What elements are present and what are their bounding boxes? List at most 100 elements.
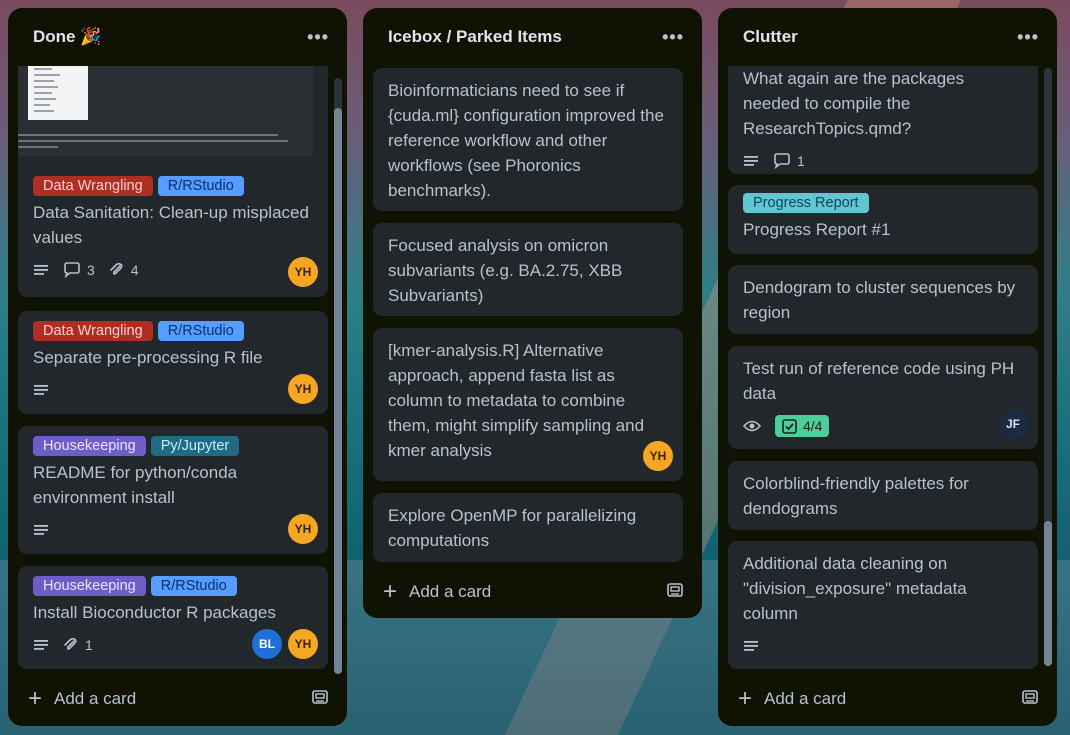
card-labels: Data Wrangling R/RStudio — [33, 176, 313, 196]
card-labels: Housekeeping R/RStudio — [33, 576, 313, 596]
checklist-icon — [782, 418, 797, 434]
card-additional-data-cleaning[interactable]: Additional data cleaning on "division_ex… — [728, 541, 1038, 669]
attachments-badge: 4 — [109, 262, 139, 278]
comment-count: 1 — [797, 153, 805, 169]
card-colorblind-palettes[interactable]: Colorblind-friendly palettes for dendogr… — [728, 461, 1038, 530]
plus-icon: + — [383, 578, 398, 605]
card-badges: 1 — [743, 147, 1023, 175]
card-title: [kmer-analysis.R] Alternative approach, … — [388, 341, 645, 460]
card-title: Progress Report #1 — [743, 220, 891, 239]
card-labels: Progress Report — [743, 193, 1023, 213]
label-r-rstudio[interactable]: R/RStudio — [157, 321, 244, 341]
list-title[interactable]: Icebox / Parked Items — [388, 27, 562, 47]
label-r-rstudio[interactable]: R/RStudio — [150, 576, 237, 596]
description-icon — [743, 639, 759, 653]
card-title: Additional data cleaning on "division_ex… — [743, 554, 967, 623]
card-badges: 4/4 — [743, 412, 1023, 440]
checklist-badge: 4/4 — [775, 415, 830, 437]
add-card-row: + Add a card — [28, 684, 329, 714]
card-title: Explore OpenMP for parallelizing computa… — [388, 506, 637, 550]
attachment-icon — [64, 637, 77, 650]
add-card-button[interactable]: + Add a card — [383, 580, 491, 604]
comment-icon — [64, 262, 80, 278]
more-icon[interactable]: ••• — [662, 27, 684, 48]
list-header: Icebox / Parked Items ••• — [363, 8, 702, 66]
card-badges — [33, 516, 313, 544]
attachment-count: 4 — [130, 262, 139, 278]
avatar[interactable]: YH — [288, 374, 318, 404]
card-title: Separate pre-processing R file — [33, 348, 263, 367]
attachments-badge: 1 — [63, 637, 93, 653]
label-data-wrangling[interactable]: Data Wrangling — [33, 321, 153, 341]
description-icon — [33, 383, 49, 397]
card-members: YH — [288, 514, 318, 544]
add-card-button[interactable]: + Add a card — [28, 687, 136, 711]
card-openmp[interactable]: Explore OpenMP for parallelizing computa… — [373, 493, 683, 562]
add-card-label: Add a card — [54, 689, 137, 708]
card-members: JF — [998, 409, 1028, 439]
list-clutter: Clutter ••• What again are the packages … — [718, 8, 1057, 726]
card-packages-needed[interactable]: What again are the packages needed to co… — [728, 66, 1038, 174]
card-badges — [743, 632, 1023, 660]
label-housekeeping[interactable]: Housekeeping — [33, 576, 146, 596]
list-header: Clutter ••• — [718, 8, 1057, 66]
description-icon — [33, 523, 49, 537]
card-title: Test run of reference code using PH data — [743, 359, 1015, 403]
card-members: YH — [643, 441, 673, 471]
template-icon[interactable] — [1021, 688, 1039, 711]
list-title[interactable]: Clutter — [743, 27, 798, 47]
card-data-sanitation[interactable]: Data Wrangling R/RStudio Data Sanitation… — [18, 66, 328, 297]
comment-icon — [774, 153, 790, 169]
card-container: What again are the packages needed to co… — [728, 66, 1047, 674]
label-data-wrangling[interactable]: Data Wrangling — [33, 176, 153, 196]
scrollbar-thumb[interactable] — [1044, 521, 1052, 666]
avatar[interactable]: YH — [288, 629, 318, 659]
add-card-button[interactable]: + Add a card — [738, 687, 846, 711]
avatar[interactable]: BL — [252, 629, 282, 659]
label-progress-report[interactable]: Progress Report — [743, 193, 869, 213]
card-omicron-subvariants[interactable]: Focused analysis on omicron subvariants … — [373, 223, 683, 316]
label-housekeeping[interactable]: Housekeeping — [33, 436, 146, 456]
list-scrollbar[interactable] — [1044, 68, 1052, 666]
card-members: YH — [288, 257, 318, 287]
avatar[interactable]: YH — [643, 441, 673, 471]
comments-badge: 3 — [63, 262, 95, 278]
card-separate-preprocessing[interactable]: Data Wrangling R/RStudio Separate pre-pr… — [18, 311, 328, 414]
card-members: YH — [288, 374, 318, 404]
more-icon[interactable]: ••• — [1017, 27, 1039, 48]
more-icon[interactable]: ••• — [307, 27, 329, 48]
avatar[interactable]: JF — [998, 409, 1028, 439]
comments-badge: 1 — [773, 153, 805, 169]
card-kmer-analysis[interactable]: [kmer-analysis.R] Alternative approach, … — [373, 328, 683, 481]
label-r-rstudio[interactable]: R/RStudio — [157, 176, 244, 196]
avatar[interactable]: YH — [288, 257, 318, 287]
add-card-label: Add a card — [764, 689, 847, 708]
card-badges — [33, 376, 313, 404]
description-icon — [33, 638, 49, 652]
template-icon[interactable] — [666, 581, 684, 604]
list-icebox: Icebox / Parked Items ••• Bioinformatici… — [363, 8, 702, 618]
avatar[interactable]: YH — [288, 514, 318, 544]
description-icon — [743, 154, 759, 168]
checklist-count: 4/4 — [803, 418, 823, 434]
label-py-jupyter[interactable]: Py/Jupyter — [150, 436, 240, 456]
list-title[interactable]: Done 🎉 — [33, 27, 101, 47]
card-test-run-reference[interactable]: Test run of reference code using PH data… — [728, 346, 1038, 449]
card-readme-python[interactable]: Housekeeping Py/Jupyter README for pytho… — [18, 426, 328, 554]
card-title: Install Bioconductor R packages — [33, 603, 276, 622]
comment-count: 3 — [87, 262, 95, 278]
plus-icon: + — [738, 685, 753, 712]
attachment-icon — [109, 262, 123, 275]
card-install-bioconductor[interactable]: Housekeeping R/RStudio Install Bioconduc… — [18, 566, 328, 669]
card-dendogram-cluster[interactable]: Dendogram to cluster sequences by region — [728, 265, 1038, 334]
card-title: Dendogram to cluster sequences by region — [743, 278, 1016, 322]
list-done: Done 🎉 ••• Data Wrangling R/RStudio Data… — [8, 8, 347, 726]
scrollbar-thumb[interactable] — [334, 108, 342, 674]
plus-icon: + — [28, 685, 43, 712]
card-cuda-ml[interactable]: Bioinformaticians need to see if {cuda.m… — [373, 68, 683, 211]
add-card-row: + Add a card — [383, 577, 684, 607]
description-icon — [33, 263, 49, 277]
list-scrollbar[interactable] — [334, 78, 342, 674]
card-progress-report[interactable]: Progress Report Progress Report #1 — [728, 185, 1038, 254]
template-icon[interactable] — [311, 688, 329, 711]
